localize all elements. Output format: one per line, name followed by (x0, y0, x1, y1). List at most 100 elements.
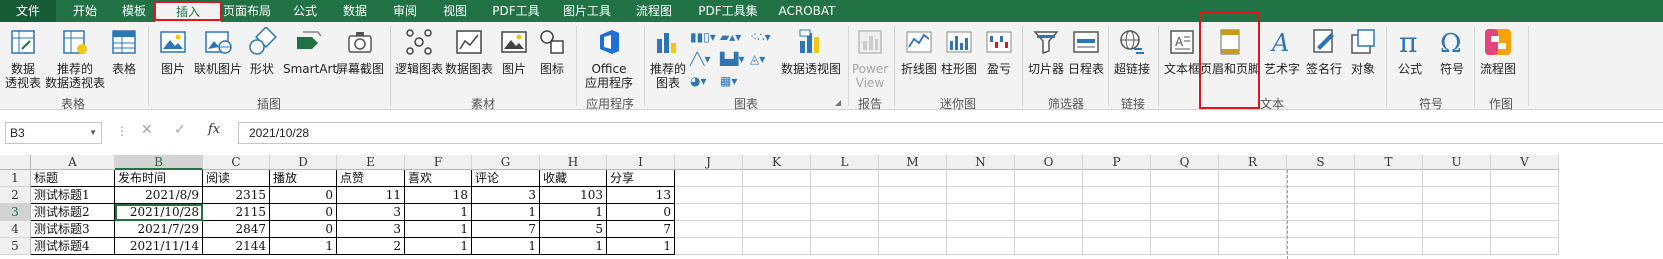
material-picture-button[interactable]: 图片 (497, 27, 531, 76)
cell-A3[interactable]: 测试标题2 (31, 204, 115, 221)
cell-J5[interactable] (675, 238, 743, 255)
textbox-button[interactable]: A 文本框 (1162, 27, 1202, 76)
cell-B3[interactable]: 2021/10/28 (115, 204, 203, 221)
cell-G1[interactable]: 评论 (472, 170, 540, 187)
column-header-I[interactable]: I (607, 155, 675, 170)
cancel-icon[interactable]: ✕ (141, 122, 153, 138)
cell-M1[interactable] (879, 170, 947, 187)
office-apps-button[interactable]: Office 应用程序 (580, 27, 638, 90)
column-header-E[interactable]: E (337, 155, 405, 170)
flowchart-button[interactable]: 流程图 (1476, 27, 1520, 76)
row-header-5[interactable]: 5 (0, 238, 31, 255)
more-options-icon[interactable]: ⋮ (116, 124, 128, 138)
cell-I3[interactable]: 0 (607, 204, 675, 221)
row-header-4[interactable]: 4 (0, 221, 31, 238)
cell-F4[interactable]: 1 (405, 221, 472, 238)
select-all-corner[interactable] (0, 155, 31, 170)
cell-D3[interactable]: 0 (270, 204, 337, 221)
cell-P5[interactable] (1083, 238, 1151, 255)
cell-A2[interactable]: 测试标题1 (31, 187, 115, 204)
cell-P2[interactable] (1083, 187, 1151, 204)
cell-K1[interactable] (743, 170, 811, 187)
cell-T5[interactable] (1355, 238, 1423, 255)
cell-L1[interactable] (811, 170, 879, 187)
cell-U4[interactable] (1423, 221, 1491, 238)
column-header-M[interactable]: M (879, 155, 947, 170)
other-chart-dropdown[interactable]: ◬▾ (750, 52, 765, 66)
cell-M5[interactable] (879, 238, 947, 255)
shapes-button[interactable]: 形状 (244, 26, 280, 76)
cell-D1[interactable]: 播放 (270, 170, 337, 187)
wordart-button[interactable]: A 艺术字 (1262, 27, 1302, 76)
tab-12[interactable]: PDF工具集 (690, 0, 766, 22)
sparkline-line-button[interactable]: 折线图 (900, 27, 938, 76)
insert-function-icon[interactable]: fx (208, 122, 220, 137)
column-header-L[interactable]: L (811, 155, 879, 170)
cell-G2[interactable]: 3 (472, 187, 540, 204)
cell-K2[interactable] (743, 187, 811, 204)
cell-C3[interactable]: 2115 (203, 204, 270, 221)
cell-M2[interactable] (879, 187, 947, 204)
cell-U2[interactable] (1423, 187, 1491, 204)
cell-B4[interactable]: 2021/7/29 (115, 221, 203, 238)
column-header-J[interactable]: J (675, 155, 743, 170)
cell-J3[interactable] (675, 204, 743, 221)
cell-O2[interactable] (1015, 187, 1083, 204)
cell-A1[interactable]: 标题 (31, 170, 115, 187)
cell-V4[interactable] (1491, 221, 1559, 238)
cell-S4[interactable] (1287, 221, 1355, 238)
cell-P1[interactable] (1083, 170, 1151, 187)
cell-J4[interactable] (675, 221, 743, 238)
cell-E1[interactable]: 点赞 (337, 170, 405, 187)
pie-chart-dropdown[interactable]: ◕▾ (690, 74, 707, 88)
cell-Q3[interactable] (1151, 204, 1219, 221)
cell-M4[interactable] (879, 221, 947, 238)
picture-button[interactable]: 图片 (156, 27, 190, 76)
row-header-3[interactable]: 3 (0, 204, 31, 221)
pivot-chart-button[interactable]: 数据透视图 (780, 27, 842, 76)
cell-E2[interactable]: 11 (337, 187, 405, 204)
cell-H5[interactable]: 1 (540, 238, 607, 255)
cell-V5[interactable] (1491, 238, 1559, 255)
cell-V2[interactable] (1491, 187, 1559, 204)
cell-I4[interactable]: 7 (607, 221, 675, 238)
cell-N3[interactable] (947, 204, 1015, 221)
column-header-D[interactable]: D (270, 155, 337, 170)
cell-T3[interactable] (1355, 204, 1423, 221)
signature-line-button[interactable]: 签名行 (1304, 27, 1344, 76)
column-header-A[interactable]: A (31, 155, 115, 170)
cell-R2[interactable] (1219, 187, 1287, 204)
cell-R5[interactable] (1219, 238, 1287, 255)
column-chart-dropdown[interactable]: ▮▮▯▾ (690, 30, 716, 44)
recommended-pivot-button[interactable]: 推荐的 数据透视表 (44, 27, 106, 90)
timeline-button[interactable]: 日程表 (1066, 27, 1106, 76)
cell-G4[interactable]: 7 (472, 221, 540, 238)
cell-C2[interactable]: 2315 (203, 187, 270, 204)
cell-E5[interactable]: 2 (337, 238, 405, 255)
column-header-T[interactable]: T (1355, 155, 1423, 170)
cell-A4[interactable]: 测试标题3 (31, 221, 115, 238)
cell-Q5[interactable] (1151, 238, 1219, 255)
tab-7[interactable]: 审阅 (380, 0, 430, 22)
cell-F1[interactable]: 喜欢 (405, 170, 472, 187)
column-header-K[interactable]: K (743, 155, 811, 170)
line-chart-dropdown[interactable]: ╱╲▾ (690, 52, 710, 66)
cell-U1[interactable] (1423, 170, 1491, 187)
cell-G3[interactable]: 1 (472, 204, 540, 221)
column-header-H[interactable]: H (540, 155, 607, 170)
cell-T4[interactable] (1355, 221, 1423, 238)
cell-K3[interactable] (743, 204, 811, 221)
column-header-U[interactable]: U (1423, 155, 1491, 170)
cell-N4[interactable] (947, 221, 1015, 238)
hyperlink-button[interactable]: 超链接 (1112, 27, 1152, 76)
tab-6[interactable]: 数据 (330, 0, 380, 22)
cell-N5[interactable] (947, 238, 1015, 255)
cell-O3[interactable] (1015, 204, 1083, 221)
cell-E3[interactable]: 3 (337, 204, 405, 221)
row-header-2[interactable]: 2 (0, 187, 31, 204)
formula-input[interactable]: 2021/10/28 (238, 122, 1663, 144)
enter-icon[interactable]: ✓ (174, 122, 186, 138)
cell-L4[interactable] (811, 221, 879, 238)
cell-B1[interactable]: 发布时间 (115, 170, 203, 187)
cell-K4[interactable] (743, 221, 811, 238)
